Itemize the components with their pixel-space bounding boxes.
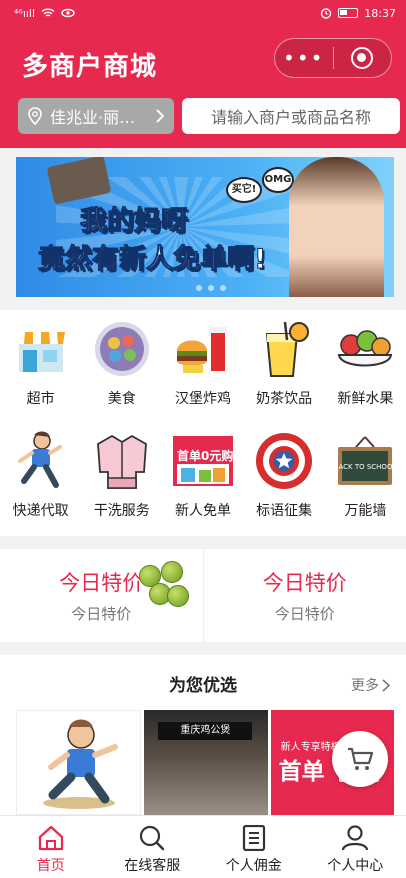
special-title: 今日特价 <box>262 571 347 595</box>
location-text: 佳兆业·丽… <box>50 108 136 127</box>
chalkboard-icon: BACK TO SCHOOL <box>335 430 395 492</box>
limes-image <box>135 561 189 611</box>
recommend-item-courier[interactable] <box>16 710 142 815</box>
battery-icon <box>338 8 359 18</box>
category-drinks[interactable]: 奶茶饮品 <box>244 310 325 422</box>
recommend-title: 为您优选 <box>169 676 237 696</box>
status-right: 18:37 <box>320 7 396 20</box>
search-input[interactable]: 请输入商户或商品名称 <box>182 98 400 134</box>
category-slogan[interactable]: 标语征集 <box>244 422 325 534</box>
fruit-icon <box>335 318 395 380</box>
special-subtitle: 今日特价 <box>274 605 335 623</box>
category-wall[interactable]: BACK TO SCHOOL 万能墙 <box>325 422 406 534</box>
food-plate-icon <box>92 318 152 380</box>
tab-label: 个人佣金 <box>225 858 282 874</box>
promo-top-text: 新人专享特权 <box>280 742 341 753</box>
banner-bubble-omg: OMG <box>262 167 294 193</box>
category-new-user-free[interactable]: 首单0元购 新人免单 <box>162 422 243 534</box>
tab-label: 在线客服 <box>124 858 181 874</box>
category-food[interactable]: 美食 <box>81 310 162 422</box>
target-icon <box>351 47 374 69</box>
tab-home[interactable]: 首页 <box>0 816 102 878</box>
category-label: 超市 <box>26 391 55 407</box>
jacket-icon <box>92 430 152 492</box>
category-grid: 超市 美食 汉堡炸鸡 奶茶饮品 新鲜水果 快递代取 干洗服务 首单0元购 新人免… <box>0 310 406 536</box>
banner-headline-1: 我的妈呀 <box>80 206 189 238</box>
special-card[interactable]: 今日特价 今日特价 <box>0 549 203 642</box>
more-menu-button[interactable]: ••• <box>275 38 333 78</box>
document-icon <box>242 825 265 851</box>
category-label: 美食 <box>107 391 136 407</box>
search-icon <box>140 825 165 851</box>
eye-icon <box>61 8 75 18</box>
status-time: 18:37 <box>364 6 396 20</box>
status-left: ⁴⁶ııll <box>14 7 75 20</box>
category-courier[interactable]: 快递代取 <box>0 422 81 534</box>
category-label: 新人免单 <box>174 503 231 519</box>
banner-indicator-dot <box>208 285 214 291</box>
banner-model-image <box>289 157 384 297</box>
cart-button[interactable] <box>332 731 388 787</box>
chevron-right-icon <box>382 678 390 692</box>
promo-banner[interactable]: 买它! OMG 我的妈呀 竟然有新人免单啊! <box>16 157 394 297</box>
burger-icon <box>173 318 233 380</box>
shop-sign: 重庆鸡公煲 <box>158 722 253 740</box>
banner-bubble-buy: 买它! <box>226 177 262 203</box>
drink-icon <box>254 318 314 380</box>
category-label: 干洗服务 <box>93 503 150 519</box>
status-bar: ⁴⁶ııll 18:37 <box>0 0 406 26</box>
category-label: 新鲜水果 <box>337 391 394 407</box>
location-selector[interactable]: 佳兆业·丽… <box>18 98 174 134</box>
special-title: 今日特价 <box>59 571 144 595</box>
tab-label: 首页 <box>36 858 65 874</box>
promo-icon: 首单0元购 <box>172 430 233 492</box>
category-supermarket[interactable]: 超市 <box>0 310 81 422</box>
promo-icon-text: 首单0元购 <box>177 448 233 463</box>
close-miniapp-button[interactable] <box>333 47 391 69</box>
shield-icon <box>254 430 314 492</box>
chevron-right-icon <box>156 109 164 123</box>
wifi-icon <box>41 8 55 17</box>
banner-indicator-dot <box>220 285 226 291</box>
alarm-icon <box>321 8 332 19</box>
category-fruit[interactable]: 新鲜水果 <box>325 310 406 422</box>
category-burger[interactable]: 汉堡炸鸡 <box>162 310 243 422</box>
category-label: 快递代取 <box>12 503 69 519</box>
recommend-item-shop[interactable]: 重庆鸡公煲 <box>144 710 268 815</box>
daily-specials: 今日特价 今日特价 今日特价 今日特价 <box>0 549 406 642</box>
header: 多商户商城 ••• 佳兆业·丽… 请输入商户或商品名称 <box>0 26 406 148</box>
banner-indicator-dot <box>196 285 202 291</box>
home-icon <box>38 825 63 851</box>
signal-icon: ⁴⁶ııll <box>14 6 36 20</box>
category-label: 汉堡炸鸡 <box>174 391 231 407</box>
banner-headline-2: 竟然有新人免单啊! <box>37 244 267 276</box>
tab-commission[interactable]: 个人佣金 <box>203 816 305 878</box>
chalkboard-text: BACK TO SCHOOL <box>336 463 394 471</box>
courier-runner-icon <box>11 430 71 492</box>
cart-icon <box>348 747 374 770</box>
category-label: 标语征集 <box>256 503 313 519</box>
location-pin-icon <box>28 107 42 125</box>
more-link[interactable]: 更多 <box>351 675 390 695</box>
category-dry-cleaning[interactable]: 干洗服务 <box>81 422 162 534</box>
special-subtitle: 今日特价 <box>71 605 132 623</box>
more-label: 更多 <box>351 678 379 694</box>
tab-customer-service[interactable]: 在线客服 <box>102 816 204 878</box>
tab-label: 个人中心 <box>327 858 384 874</box>
miniapp-capsule: ••• <box>274 38 392 78</box>
promo-big-text: 首单 <box>278 759 325 785</box>
tab-profile[interactable]: 个人中心 <box>305 816 406 878</box>
app-title: 多商户商城 <box>22 52 158 82</box>
bottom-tabbar: 首页 在线客服 个人佣金 个人中心 <box>0 815 406 878</box>
category-label: 万能墙 <box>344 503 387 519</box>
store-icon <box>11 318 71 380</box>
special-card[interactable]: 今日特价 今日特价 <box>202 549 406 642</box>
user-icon <box>342 825 369 851</box>
category-label: 奶茶饮品 <box>256 391 313 407</box>
